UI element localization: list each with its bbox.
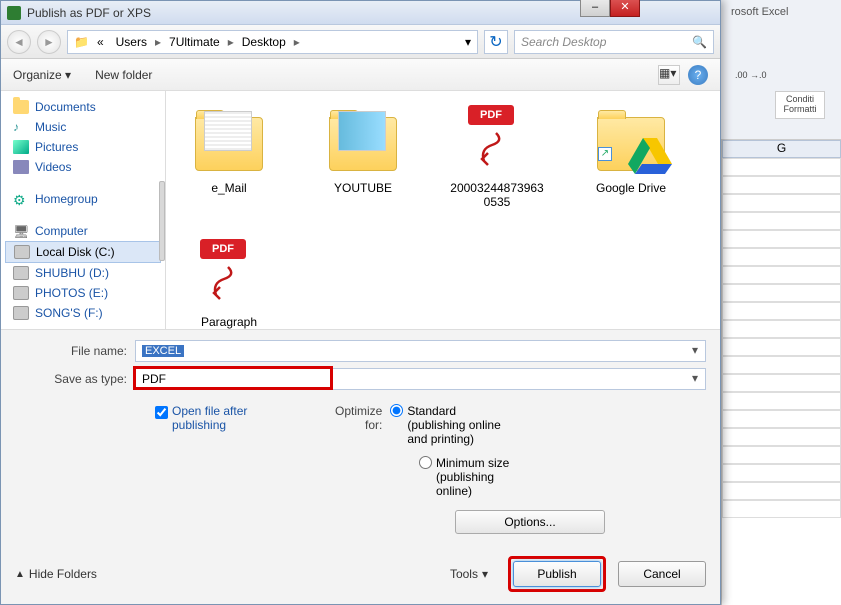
chevron-down-icon[interactable]: ▾ [687, 371, 703, 387]
dialog-footer: ▲ Hide Folders Tools▾ Publish Cancel [1, 544, 720, 604]
search-icon: 🔍 [692, 35, 707, 49]
sidebar-documents[interactable]: Documents [5, 97, 161, 117]
breadcrumb[interactable]: 📁 « Users▸ 7Ultimate▸ Desktop▸ ▾ [67, 30, 478, 54]
sidebar-music[interactable]: ♪Music [5, 117, 161, 137]
file-paragraph-pdf[interactable]: PDF Paragraph [174, 239, 284, 329]
publish-dialog: – ✕ Publish as PDF or XPS ◄ ► 📁 « Users▸… [0, 0, 721, 605]
options-button[interactable]: Options... [455, 510, 605, 534]
nav-toolbar: ◄ ► 📁 « Users▸ 7Ultimate▸ Desktop▸ ▾ ↻ S… [1, 25, 720, 59]
saveas-type-select[interactable]: PDF ▾ [135, 368, 706, 390]
sidebar-drive-d[interactable]: SHUBHU (D:) [5, 263, 161, 283]
chevron-down-icon[interactable]: ▾ [687, 343, 703, 359]
form-panel: File name: EXCEL ▾ Save as type: PDF ▾ O… [1, 329, 720, 544]
sidebar-scrollbar[interactable] [159, 181, 165, 261]
view-button[interactable]: ▦▾ [658, 65, 680, 85]
file-youtube-folder[interactable]: YOUTUBE [308, 105, 418, 209]
optimize-label: Optimize for: [335, 404, 382, 432]
sidebar-computer[interactable]: 🖥Computer [5, 221, 161, 241]
file-pdf-numeric[interactable]: PDF 20003244873963 0535 [442, 105, 552, 209]
organize-menu[interactable]: Organize ▾ [13, 68, 71, 82]
sidebar-drive-c[interactable]: Local Disk (C:) [5, 241, 161, 263]
search-box[interactable]: Search Desktop 🔍 [514, 30, 714, 54]
window-title: Publish as PDF or XPS [27, 6, 151, 20]
sidebar-videos[interactable]: Videos [5, 157, 161, 177]
excel-background: rosoft Excel .00 →.0 Conditi Formatti G [721, 0, 841, 605]
hide-folders-toggle[interactable]: ▲ Hide Folders [15, 567, 97, 581]
forward-button[interactable]: ► [37, 30, 61, 54]
excel-column-header[interactable]: G [722, 140, 841, 158]
file-google-drive[interactable]: ↗ Google Drive [576, 105, 686, 209]
sidebar-pictures[interactable]: Pictures [5, 137, 161, 157]
file-email-folder[interactable]: e_Mail [174, 105, 284, 209]
organize-toolbar: Organize ▾ New folder ▦▾ ? [1, 59, 720, 91]
excel-app-title: rosoft Excel [725, 4, 837, 20]
file-list[interactable]: e_Mail YOUTUBE PDF 20003244873963 0535 ↗ [166, 91, 720, 329]
cancel-button[interactable]: Cancel [618, 561, 706, 587]
refresh-button[interactable]: ↻ [484, 30, 508, 54]
optimize-standard-radio[interactable] [390, 404, 403, 417]
publish-button[interactable]: Publish [513, 561, 601, 587]
folder-icon: 📁 [74, 35, 89, 49]
new-folder-button[interactable]: New folder [95, 68, 152, 82]
sidebar-homegroup[interactable]: ⚙Homegroup [5, 189, 161, 209]
open-after-checkbox[interactable]: Open file after publishing [155, 404, 295, 498]
back-button[interactable]: ◄ [7, 30, 31, 54]
saveas-label: Save as type: [15, 372, 135, 386]
tools-menu[interactable]: Tools▾ [450, 567, 488, 581]
sidebar-drive-f[interactable]: SONG'S (F:) [5, 303, 161, 323]
optimize-minimum-radio[interactable] [419, 456, 432, 469]
app-icon [7, 6, 21, 20]
navigation-sidebar: Documents ♪Music Pictures Videos ⚙Homegr… [1, 91, 166, 329]
help-button[interactable]: ? [688, 65, 708, 85]
filename-label: File name: [15, 344, 135, 358]
filename-input[interactable]: EXCEL ▾ [135, 340, 706, 362]
minimize-button[interactable]: – [580, 0, 610, 17]
close-button[interactable]: ✕ [610, 0, 640, 17]
sidebar-drive-e[interactable]: PHOTOS (E:) [5, 283, 161, 303]
